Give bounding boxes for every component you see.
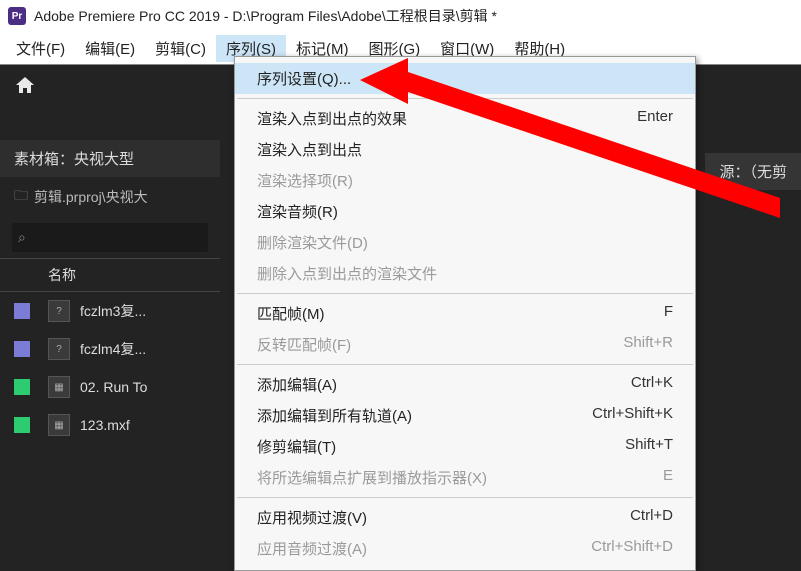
menu-item-label: 添加编辑到所有轨道(A) bbox=[257, 405, 412, 426]
breadcrumb[interactable]: 🗀 剪辑.prproj\央视大 bbox=[0, 177, 220, 217]
menu-item-label: 渲染音频(R) bbox=[257, 201, 338, 222]
menu-shortcut: Shift+R bbox=[623, 334, 673, 355]
menu-shortcut: Enter bbox=[637, 108, 673, 129]
search-input[interactable]: ⌕ bbox=[12, 223, 208, 252]
menu-item-label: 删除入点到出点的渲染文件 bbox=[257, 263, 437, 284]
menu-文件(F)[interactable]: 文件(F) bbox=[6, 35, 75, 62]
menu-item[interactable]: 修剪编辑(T) Shift+T bbox=[235, 431, 695, 462]
menu-item: 渲染选择项(R) bbox=[235, 165, 695, 196]
menu-shortcut: F bbox=[664, 303, 673, 324]
list-item[interactable]: ? fczlm3复... bbox=[0, 292, 220, 330]
window-title: Adobe Premiere Pro CC 2019 - D:\Program … bbox=[34, 6, 497, 26]
titlebar: Pr Adobe Premiere Pro CC 2019 - D:\Progr… bbox=[0, 0, 801, 32]
color-swatch bbox=[14, 303, 30, 319]
column-name[interactable]: 名称 bbox=[48, 265, 76, 285]
menu-shortcut: Ctrl+Shift+K bbox=[592, 405, 673, 426]
menu-item-label: 渲染选择项(R) bbox=[257, 170, 353, 191]
color-swatch bbox=[14, 379, 30, 395]
menu-item-label: 将所选编辑点扩展到播放指示器(X) bbox=[257, 467, 487, 488]
file-name: 02. Run To bbox=[80, 379, 147, 395]
menu-shortcut: Ctrl+Shift+D bbox=[591, 538, 673, 559]
project-panel: 素材箱：央视大型 🗀 剪辑.prproj\央视大 ⌕ 名称 ? fczlm3复..… bbox=[0, 65, 220, 550]
menu-item[interactable]: 添加编辑到所有轨道(A) Ctrl+Shift+K bbox=[235, 400, 695, 431]
menu-item-label: 渲染入点到出点的效果 bbox=[257, 108, 407, 129]
file-icon: ? bbox=[48, 300, 70, 322]
list-item[interactable]: ? fczlm4复... bbox=[0, 330, 220, 368]
menu-item[interactable]: 渲染音频(R) bbox=[235, 196, 695, 227]
file-name: fczlm4复... bbox=[80, 339, 146, 359]
menu-item[interactable]: 匹配帧(M) F bbox=[235, 298, 695, 329]
menu-shortcut: Shift+T bbox=[625, 436, 673, 457]
menu-item-label: 序列设置(Q)... bbox=[257, 68, 351, 89]
list-item[interactable]: ▦ 02. Run To bbox=[0, 368, 220, 406]
menu-item[interactable]: 序列设置(Q)... bbox=[235, 63, 695, 94]
app-logo: Pr bbox=[8, 7, 26, 25]
file-icon: ▦ bbox=[48, 414, 70, 436]
file-name: 123.mxf bbox=[80, 417, 130, 433]
menu-shortcut: E bbox=[663, 467, 673, 488]
home-icon[interactable] bbox=[0, 65, 220, 108]
menu-item: 将所选编辑点扩展到播放指示器(X) E bbox=[235, 462, 695, 493]
sequence-menu-dropdown: 序列设置(Q)... 渲染入点到出点的效果 Enter 渲染入点到出点渲染选择项(R)… bbox=[234, 56, 696, 571]
file-icon: ? bbox=[48, 338, 70, 360]
menu-item: 反转匹配帧(F) Shift+R bbox=[235, 329, 695, 360]
list-item[interactable]: ▦ 123.mxf bbox=[0, 406, 220, 444]
breadcrumb-text: 剪辑.prproj\央视大 bbox=[34, 187, 148, 207]
menu-item-label: 应用视频过渡(V) bbox=[257, 507, 367, 528]
menu-item-label: 添加编辑(A) bbox=[257, 374, 337, 395]
menu-item: 删除入点到出点的渲染文件 bbox=[235, 258, 695, 289]
menu-item-label: 删除渲染文件(D) bbox=[257, 232, 368, 253]
source-panel-tab[interactable]: 源：（无剪 bbox=[705, 153, 801, 190]
color-swatch bbox=[14, 341, 30, 357]
menu-item: 删除渲染文件(D) bbox=[235, 227, 695, 258]
menu-编辑(E)[interactable]: 编辑(E) bbox=[75, 35, 145, 62]
menu-item-label: 渲染入点到出点 bbox=[257, 139, 362, 160]
file-name: fczlm3复... bbox=[80, 301, 146, 321]
menu-shortcut: Ctrl+D bbox=[630, 507, 673, 528]
bin-tab[interactable]: 素材箱：央视大型 bbox=[0, 140, 220, 177]
menu-item[interactable]: 应用视频过渡(V) Ctrl+D bbox=[235, 502, 695, 533]
folder-icon: 🗀 bbox=[14, 185, 28, 209]
menu-item-label: 反转匹配帧(F) bbox=[257, 334, 351, 355]
menu-item-label: 匹配帧(M) bbox=[257, 303, 325, 324]
menu-剪辑(C)[interactable]: 剪辑(C) bbox=[145, 35, 216, 62]
color-swatch bbox=[14, 417, 30, 433]
menu-item[interactable]: 渲染入点到出点的效果 Enter bbox=[235, 103, 695, 134]
menu-item-label: 修剪编辑(T) bbox=[257, 436, 336, 457]
menu-item[interactable]: 渲染入点到出点 bbox=[235, 134, 695, 165]
menu-item-label: 应用音频过渡(A) bbox=[257, 538, 367, 559]
menu-item: 应用音频过渡(A) Ctrl+Shift+D bbox=[235, 533, 695, 564]
menu-item[interactable]: 添加编辑(A) Ctrl+K bbox=[235, 369, 695, 400]
menu-shortcut: Ctrl+K bbox=[631, 374, 673, 395]
list-header: 名称 bbox=[0, 258, 220, 292]
file-icon: ▦ bbox=[48, 376, 70, 398]
